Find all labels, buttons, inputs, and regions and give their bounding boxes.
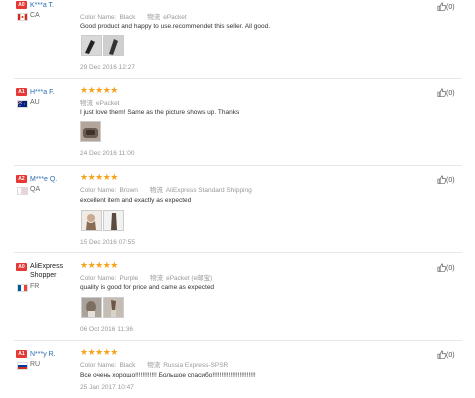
color-value: Brown — [119, 187, 138, 194]
buyer-country: AU — [30, 99, 40, 106]
review-text: excellent item and exactly as expected — [80, 197, 192, 204]
review-date: 06 Oct 2016 11:36 — [80, 326, 134, 333]
shipping-method: ePacket — [163, 14, 187, 21]
star-rating: ★★★★★ — [80, 172, 118, 182]
helpful-button[interactable]: (0) — [437, 2, 455, 11]
thumbs-up-icon — [437, 263, 447, 272]
review-photo[interactable] — [103, 297, 124, 318]
review-date: 25 Jan 2017 10:47 — [80, 384, 134, 391]
flag-icon — [17, 284, 28, 292]
buyer-level-badge: A0 — [16, 263, 27, 271]
review-text: quality is good for price and came as ex… — [80, 284, 215, 291]
review-meta: Color Name: Black 物流 Russia Express-SPSR — [80, 359, 228, 369]
color-label: Color Name: — [80, 362, 117, 369]
shipping-icon: 物流 — [147, 14, 161, 21]
thumbs-up-icon — [437, 2, 447, 11]
review-text: Good product and happy to use.recommende… — [80, 23, 271, 30]
review-meta: Color Name: Purple 物流 ePacket (e邮宝) — [80, 272, 212, 282]
helpful-button[interactable]: (0) — [437, 263, 455, 272]
star-rating: ★★★★★ — [80, 347, 118, 357]
review-text: Все очень хорошо!!!!!!!!!!!! Большое спа… — [80, 372, 256, 379]
buyer-level-badge: A2 — [16, 175, 27, 183]
review-text: I just love them! Same as the picture sh… — [80, 109, 240, 116]
shipping-icon: 物流 — [150, 275, 164, 282]
review-meta: Color Name: Brown 物流 AliExpress Standard S… — [80, 184, 252, 194]
shipping-icon: 物流 — [147, 362, 161, 369]
review-photo[interactable] — [80, 121, 101, 142]
buyer-country: RU — [30, 361, 41, 368]
buyer-name[interactable]: M***e Q. — [30, 175, 57, 184]
review-meta: 物流 ePacket — [80, 97, 120, 107]
divider — [14, 165, 462, 166]
thumbs-up-icon — [437, 175, 447, 184]
buyer-name[interactable]: H***a F. — [30, 88, 55, 97]
buyer-level-badge: A0 — [16, 1, 27, 9]
star-rating: ★★★★★ — [80, 260, 118, 270]
flag-icon — [17, 362, 28, 370]
flag-icon — [17, 13, 28, 21]
color-value: Purple — [119, 275, 139, 282]
review-date: 15 Dec 2016 07:55 — [80, 239, 135, 246]
color-label: Color Name: — [80, 275, 117, 282]
helpful-count: (0) — [446, 352, 455, 359]
review-photo[interactable] — [81, 35, 102, 56]
helpful-count: (0) — [446, 177, 455, 184]
shipping-method: ePacket — [96, 100, 120, 107]
buyer-level-badge: A1 — [16, 350, 27, 358]
review-date: 24 Dec 2016 11:00 — [80, 150, 135, 157]
review-photo[interactable] — [103, 35, 124, 56]
helpful-button[interactable]: (0) — [437, 350, 455, 359]
helpful-count: (0) — [446, 90, 455, 97]
shipping-method: ePacket (e邮宝) — [166, 275, 213, 282]
buyer-name[interactable]: K***a T. — [30, 1, 54, 10]
flag-icon — [17, 187, 28, 195]
buyer-country: FR — [30, 283, 40, 290]
shipping-method: AliExpress Standard Shipping — [165, 187, 252, 194]
color-value: Black — [119, 362, 136, 369]
review-photo[interactable] — [103, 210, 124, 231]
star-rating: ★★★★★ — [80, 85, 118, 95]
shipping-icon: 物流 — [149, 187, 163, 194]
buyer-country: CA — [30, 12, 40, 19]
buyer-name[interactable]: N***y R. — [30, 350, 56, 359]
buyer-level-badge: A1 — [16, 88, 27, 96]
color-label: Color Name: — [80, 187, 117, 194]
helpful-button[interactable]: (0) — [437, 175, 455, 184]
helpful-count: (0) — [446, 4, 455, 11]
buyer-country: QA — [30, 186, 41, 193]
divider — [14, 340, 462, 341]
divider — [14, 252, 462, 253]
color-value: Black — [119, 14, 136, 21]
flag-icon — [17, 100, 28, 108]
thumbs-up-icon — [437, 350, 447, 359]
shipping-icon: 物流 — [80, 100, 93, 107]
review-photo[interactable] — [81, 297, 102, 318]
buyer-name[interactable]: AliExpress Shopper — [30, 262, 70, 280]
shipping-method: Russia Express-SPSR — [163, 362, 229, 369]
helpful-button[interactable]: (0) — [437, 88, 455, 97]
helpful-count: (0) — [446, 265, 455, 272]
thumbs-up-icon — [437, 88, 447, 97]
review-date: 29 Dec 2016 12:27 — [80, 64, 135, 71]
divider — [14, 78, 462, 79]
color-label: Color Name: — [80, 14, 117, 21]
review-meta: Color Name: Black 物流 ePacket — [80, 11, 187, 21]
review-photo[interactable] — [81, 210, 102, 231]
